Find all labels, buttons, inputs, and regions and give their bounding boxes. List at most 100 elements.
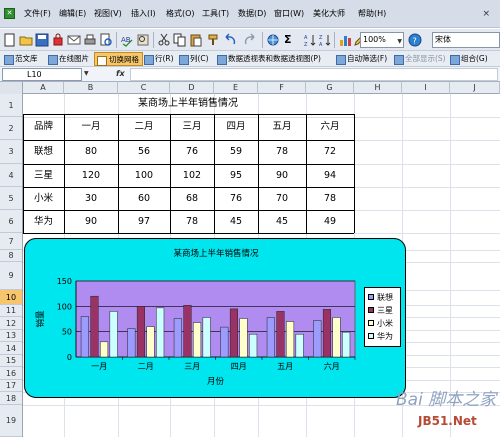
sales-value-cell[interactable]: 78	[258, 140, 306, 164]
formula-input[interactable]	[130, 68, 498, 81]
column-header-h[interactable]: H	[354, 82, 402, 94]
sales-value-cell[interactable]: 70	[258, 187, 306, 210]
autosum-icon[interactable]: Σ	[284, 32, 292, 48]
menu-window[interactable]: 窗口(W)	[274, 0, 304, 28]
open-folder-icon[interactable]	[19, 33, 33, 47]
sales-value-cell[interactable]: 59	[214, 140, 258, 164]
select-all-corner[interactable]	[0, 82, 23, 94]
column-header-i[interactable]: I	[402, 82, 450, 94]
column-header-c[interactable]: C	[118, 82, 170, 94]
menu-insert[interactable]: 插入(I)	[131, 0, 156, 28]
save-icon[interactable]	[35, 33, 49, 47]
legend-entry[interactable]: 华为	[368, 331, 393, 343]
redo-icon[interactable]	[243, 33, 257, 47]
menu-tools[interactable]: 工具(T)	[202, 0, 229, 28]
row-header-3[interactable]: 3	[0, 140, 22, 164]
table-header-cell[interactable]: 三月	[170, 114, 214, 140]
row-header-19[interactable]: 19	[0, 405, 22, 437]
print-icon[interactable]	[83, 33, 97, 47]
row-header-14[interactable]: 14	[0, 342, 22, 355]
row-header-12[interactable]: 12	[0, 317, 22, 330]
group-button[interactable]: 组合(G)	[450, 52, 488, 66]
menu-edit[interactable]: 编辑(E)	[59, 0, 86, 28]
brand-name-cell[interactable]: 三星	[23, 164, 64, 187]
menu-data[interactable]: 数据(D)	[238, 0, 266, 28]
chart-plot[interactable]: 0 50 100 150 一月 二月 三月 四月 五月 六月月份 销量	[25, 239, 407, 399]
brand-name-cell[interactable]: 华为	[23, 210, 64, 233]
name-box[interactable]: L10	[2, 68, 82, 81]
sales-value-cell[interactable]: 95	[214, 164, 258, 187]
row-header-15[interactable]: 15	[0, 355, 22, 367]
sales-value-cell[interactable]: 90	[64, 210, 118, 233]
sales-value-cell[interactable]: 72	[306, 140, 354, 164]
format-painter-icon[interactable]	[207, 33, 221, 47]
sales-value-cell[interactable]: 97	[118, 210, 170, 233]
sales-value-cell[interactable]: 68	[170, 187, 214, 210]
sales-value-cell[interactable]: 80	[64, 140, 118, 164]
legend-entry[interactable]: 小米	[368, 318, 393, 330]
row-header-17[interactable]: 17	[0, 380, 22, 392]
fanwenku-button[interactable]: 范文库	[4, 52, 38, 66]
permission-icon[interactable]	[51, 33, 65, 47]
row-header-7[interactable]: 7	[0, 233, 22, 250]
row-header-8[interactable]: 8	[0, 250, 22, 262]
legend-entry[interactable]: 联想	[368, 292, 393, 304]
fx-icon[interactable]: fx	[116, 69, 125, 78]
pivot-table-button[interactable]: 数据透视表和数据透视图(P)	[217, 52, 321, 66]
close-icon[interactable]: ×	[482, 9, 490, 19]
menu-help[interactable]: 帮助(H)	[358, 0, 386, 28]
column-header-a[interactable]: A	[23, 82, 64, 94]
sales-value-cell[interactable]: 56	[118, 140, 170, 164]
sales-value-cell[interactable]: 120	[64, 164, 118, 187]
sales-value-cell[interactable]: 78	[306, 187, 354, 210]
chart-wizard-icon[interactable]	[338, 33, 352, 47]
zoom-select[interactable]: 100% ▼	[360, 32, 404, 48]
row-header-9[interactable]: 9	[0, 262, 22, 290]
column-header-d[interactable]: D	[170, 82, 214, 94]
undo-icon[interactable]	[223, 33, 237, 47]
toggle-grid-button[interactable]: 切换网格	[94, 52, 143, 66]
sales-value-cell[interactable]: 78	[170, 210, 214, 233]
sales-value-cell[interactable]: 94	[306, 164, 354, 187]
row-header-18[interactable]: 18	[0, 392, 22, 405]
new-file-icon[interactable]	[3, 33, 17, 47]
row-header-13[interactable]: 13	[0, 330, 22, 342]
row-header-16[interactable]: 16	[0, 367, 22, 380]
show-all-button[interactable]: 全部显示(S)	[394, 52, 446, 66]
legend-entry[interactable]: 三星	[368, 305, 393, 317]
sales-value-cell[interactable]: 49	[306, 210, 354, 233]
menu-view[interactable]: 视图(V)	[94, 0, 122, 28]
table-header-cell[interactable]: 一月	[64, 114, 118, 140]
print-preview-icon[interactable]	[99, 33, 113, 47]
sort-descending-icon[interactable]: ZA	[318, 33, 332, 47]
sales-value-cell[interactable]: 45	[214, 210, 258, 233]
table-header-cell[interactable]: 四月	[214, 114, 258, 140]
column-header-e[interactable]: E	[214, 82, 258, 94]
table-header-cell[interactable]: 五月	[258, 114, 306, 140]
row-header-6[interactable]: 6	[0, 210, 22, 233]
sales-value-cell[interactable]: 76	[170, 140, 214, 164]
row-header-1[interactable]: 1	[0, 94, 22, 117]
column-header-j[interactable]: J	[450, 82, 500, 94]
row-header-2[interactable]: 2	[0, 117, 22, 140]
menu-format[interactable]: 格式(O)	[166, 0, 195, 28]
brand-name-cell[interactable]: 联想	[23, 140, 64, 164]
sales-value-cell[interactable]: 45	[258, 210, 306, 233]
row-header-4[interactable]: 4	[0, 164, 22, 187]
cut-icon[interactable]	[157, 33, 171, 47]
table-title[interactable]: 某商场上半年销售情况	[23, 94, 353, 114]
row-header-5[interactable]: 5	[0, 187, 22, 210]
row-header-10[interactable]: 10	[0, 290, 22, 305]
autofilter-button[interactable]: 自动筛选(F)	[336, 52, 387, 66]
online-images-button[interactable]: 在线图片	[48, 52, 89, 66]
paste-icon[interactable]	[189, 33, 203, 47]
column-button[interactable]: 列(C)	[179, 52, 209, 66]
menu-beautify[interactable]: 美化大师	[313, 0, 345, 28]
sales-value-cell[interactable]: 30	[64, 187, 118, 210]
spelling-icon[interactable]: AB	[120, 33, 134, 47]
menu-file[interactable]: 文件(F)	[24, 0, 51, 28]
app-icon[interactable]: ✕	[4, 8, 15, 19]
email-icon[interactable]	[67, 33, 81, 47]
research-icon[interactable]	[136, 33, 150, 47]
row-header-11[interactable]: 11	[0, 305, 22, 317]
